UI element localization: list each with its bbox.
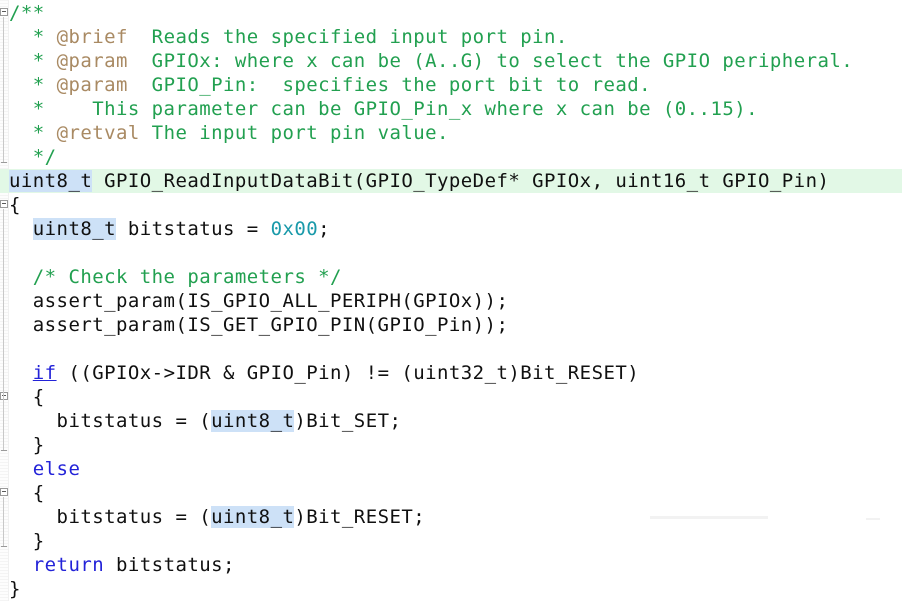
code-token: else — [32, 458, 81, 480]
code-token: bitstatus; — [104, 554, 235, 576]
code-token: { — [9, 482, 45, 504]
code-line[interactable]: bitstatus = (uint8_t)Bit_SET; — [0, 409, 902, 433]
code-token: GPIO_ReadInputDataBit(GPIO_TypeDef* GPIO… — [92, 170, 830, 192]
code-line[interactable]: { — [0, 481, 902, 505]
code-line[interactable]: uint8_t GPIO_ReadInputDataBit(GPIO_TypeD… — [0, 169, 902, 193]
code-token: @retval — [56, 122, 140, 144]
occurrence-token: uint8_t — [9, 170, 93, 192]
code-token: bitstatus = ( — [9, 410, 212, 432]
code-line[interactable]: /** — [0, 1, 902, 25]
code-line[interactable]: * @retval The input port pin value. — [0, 121, 902, 145]
code-token: @param — [56, 50, 128, 72]
occurrence-token: uint8_t — [32, 218, 117, 240]
code-token: assert_param(IS_GPIO_ALL_PERIPH(GPIOx)); — [9, 290, 509, 312]
code-line[interactable]: assert_param(IS_GET_GPIO_PIN(GPIO_Pin)); — [0, 313, 902, 337]
code-token: ; — [318, 218, 331, 240]
scroll-artifact-tick — [866, 518, 880, 520]
code-line[interactable] — [0, 241, 902, 265]
code-token: GPIO_Pin: specifies the port bit to read… — [127, 74, 652, 96]
code-token: * This parameter can be GPIO_Pin_x where… — [9, 98, 759, 120]
code-token: bitstatus = — [116, 218, 271, 240]
code-token: * — [9, 50, 57, 72]
code-token: bitstatus = ( — [9, 506, 212, 528]
code-line[interactable]: * This parameter can be GPIO_Pin_x where… — [0, 97, 902, 121]
code-token: * — [9, 26, 57, 48]
code-line[interactable]: { — [0, 385, 902, 409]
code-line[interactable]: { — [0, 193, 902, 217]
code-token: @brief — [56, 26, 128, 48]
code-line[interactable]: /* Check the parameters */ — [0, 265, 902, 289]
code-line[interactable]: uint8_t bitstatus = 0x00; — [0, 217, 902, 241]
occurrence-token: uint8_t — [211, 506, 295, 528]
code-line[interactable]: } — [0, 577, 902, 601]
code-line[interactable]: * @brief Reads the specified input port … — [0, 25, 902, 49]
code-token: @param — [56, 74, 128, 96]
code-token: )Bit_SET; — [294, 410, 402, 432]
code-token: } — [9, 434, 45, 456]
code-token: { — [9, 194, 21, 216]
code-token: } — [9, 530, 45, 552]
code-token: The input port pin value. — [139, 122, 449, 144]
code-token: /** — [9, 2, 45, 24]
code-token: * — [9, 122, 57, 144]
code-token: return — [32, 554, 105, 576]
code-line[interactable]: * @param GPIOx: where x can be (A..G) to… — [0, 49, 902, 73]
code-token: 0x00 — [270, 218, 319, 240]
scroll-artifact — [650, 516, 768, 519]
code-token: )Bit_RESET; — [294, 506, 426, 528]
code-line[interactable]: else — [0, 457, 902, 481]
code-line[interactable] — [0, 337, 902, 361]
code-line[interactable]: } — [0, 433, 902, 457]
code-line[interactable]: * @param GPIO_Pin: specifies the port bi… — [0, 73, 902, 97]
code-token: if — [32, 362, 57, 384]
code-token: } — [9, 578, 21, 600]
code-token: ((GPIOx->IDR & GPIO_Pin) != (uint32_t)Bi… — [56, 362, 640, 384]
code-text-area[interactable]: /** * @brief Reads the specified input p… — [0, 0, 902, 601]
code-token: { — [9, 386, 45, 408]
code-line[interactable]: if ((GPIOx->IDR & GPIO_Pin) != (uint32_t… — [0, 361, 902, 385]
code-editor[interactable]: /** * @brief Reads the specified input p… — [0, 0, 902, 601]
code-line[interactable]: assert_param(IS_GPIO_ALL_PERIPH(GPIOx)); — [0, 289, 902, 313]
code-token: */ — [9, 146, 57, 168]
code-line[interactable]: return bitstatus; — [0, 553, 902, 577]
code-token: GPIOx: where x can be (A..G) to select t… — [127, 50, 854, 72]
code-line[interactable]: } — [0, 529, 902, 553]
occurrence-token: uint8_t — [211, 410, 295, 432]
code-token: /* Check the parameters */ — [32, 266, 342, 288]
code-token: Reads the specified input port pin. — [127, 26, 568, 48]
code-line[interactable]: */ — [0, 145, 902, 169]
code-token: * — [9, 74, 57, 96]
code-token: assert_param(IS_GET_GPIO_PIN(GPIO_Pin)); — [9, 314, 509, 336]
